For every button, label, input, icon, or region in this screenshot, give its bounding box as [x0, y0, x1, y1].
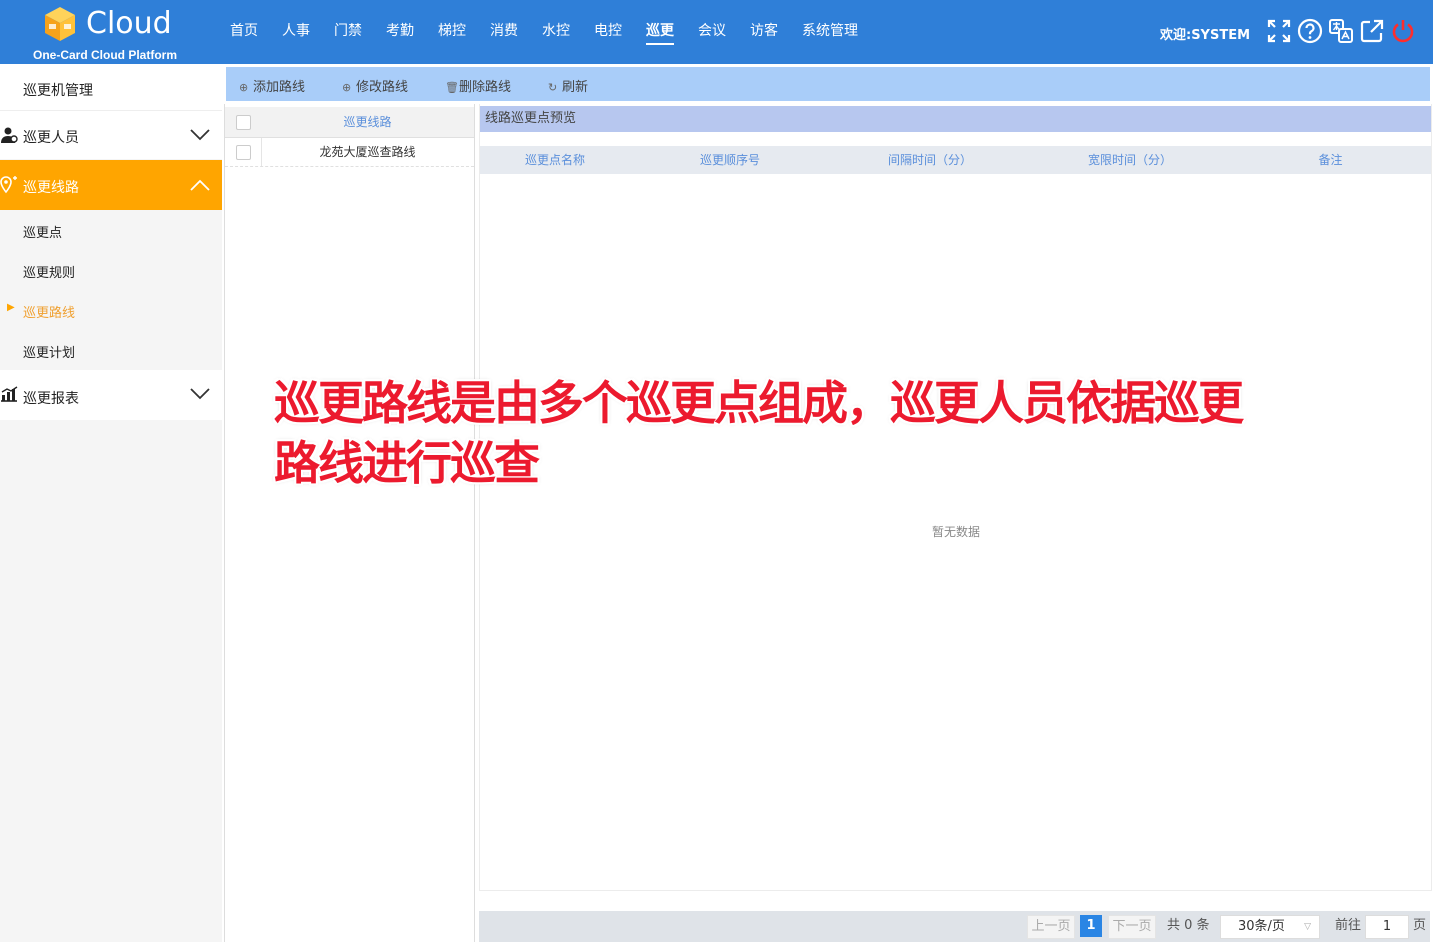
refresh-label: 刷新	[562, 80, 589, 95]
empty-state-text: 暂无数据	[932, 525, 981, 539]
submenu-patrol-route[interactable]: ▶ 巡更路线	[0, 290, 222, 330]
nav-power-control[interactable]: 电控	[586, 0, 630, 64]
delete-route-label: 删除路线	[459, 80, 512, 95]
nav-access-control[interactable]: 门禁	[326, 0, 370, 64]
trash-icon: 🗑	[445, 81, 459, 94]
preview-title-text: 线路巡更点预览	[485, 111, 577, 126]
edit-route-label: 修改路线	[356, 80, 409, 95]
nav-attendance[interactable]: 考勤	[378, 0, 422, 64]
sidebar-item-patrol-report[interactable]: 巡更报表	[0, 370, 222, 420]
sidebar-item-patrol-machine[interactable]: 巡更机管理	[0, 64, 222, 110]
nav-elevator-control[interactable]: 梯控	[430, 0, 474, 64]
pagination: 上一页 1 下一页 共 0 条 30条/页 ▽ 前往 1 页	[479, 911, 1430, 942]
nav-patrol[interactable]: 巡更	[638, 0, 682, 64]
route-column-header: 巡更线路	[343, 115, 392, 129]
nav-personnel[interactable]: 人事	[274, 0, 318, 64]
edit-circle-icon: ⊕	[342, 81, 352, 94]
active-arrow-icon: ▶	[7, 302, 15, 313]
chevron-up-icon	[190, 179, 210, 191]
nav-home[interactable]: 首页	[222, 0, 266, 64]
sidebar-item-label: 巡更报表	[23, 391, 79, 407]
nav-visitor[interactable]: 访客	[742, 0, 786, 64]
sidebar-item-label: 巡更人员	[23, 130, 79, 146]
delete-route-button[interactable]: 🗑删除路线	[445, 76, 511, 95]
row-checkbox[interactable]	[236, 145, 251, 160]
preview-table-header: 巡更点名称 巡更顺序号 间隔时间（分） 宽限时间（分） 备注	[480, 146, 1431, 174]
total-count: 共 0 条	[1167, 918, 1210, 933]
cube-logo-icon	[45, 7, 75, 41]
sidebar-item-patrol-staff[interactable]: 巡更人员	[0, 110, 222, 159]
column-order[interactable]: 巡更顺序号	[630, 146, 830, 174]
page-size-select[interactable]: 30条/页 ▽	[1220, 915, 1320, 939]
annotation-line-1: 巡更路线是由多个巡更点组成，巡更人员依据巡更	[274, 376, 1244, 430]
edit-route-button[interactable]: ⊕ 修改路线	[342, 76, 408, 95]
page-suffix: 页	[1413, 918, 1427, 933]
current-page-button[interactable]: 1	[1080, 915, 1102, 937]
top-bar: Cloud One-Card Cloud Platform 首页 人事 门禁 考…	[0, 0, 1433, 64]
logo-subtitle: One-Card Cloud Platform	[33, 48, 178, 62]
nav-system-management[interactable]: 系统管理	[794, 0, 866, 64]
language-icon[interactable]	[1328, 18, 1354, 44]
select-all-checkbox[interactable]	[236, 115, 251, 130]
table-row[interactable]: 龙苑大厦巡查路线	[225, 138, 474, 167]
column-remark[interactable]: 备注	[1230, 146, 1431, 174]
user-icon	[1, 127, 18, 143]
fullscreen-icon[interactable]	[1266, 18, 1292, 44]
route-list-panel: 巡更线路 龙苑大厦巡查路线	[224, 104, 475, 942]
column-interval[interactable]: 间隔时间（分）	[830, 146, 1030, 174]
route-preview-panel: 线路巡更点预览 巡更点名称 巡更顺序号 间隔时间（分） 宽限时间（分） 备注 暂…	[479, 104, 1432, 891]
bar-chart-icon	[1, 386, 18, 402]
goto-page-input[interactable]: 1	[1365, 915, 1409, 939]
logo: Cloud One-Card Cloud Platform	[30, 4, 190, 62]
location-pin-icon	[0, 176, 17, 194]
route-name-cell: 龙苑大厦巡查路线	[319, 145, 416, 159]
main-nav: 首页 人事 门禁 考勤 梯控 消费 水控 电控 巡更 会议 访客 系统管理	[222, 0, 874, 64]
refresh-button[interactable]: ↻ 刷新	[548, 76, 588, 95]
add-route-button[interactable]: ⊕ 添加路线	[239, 76, 305, 95]
nav-water-control[interactable]: 水控	[534, 0, 578, 64]
submenu-patrol-plan[interactable]: 巡更计划	[0, 330, 222, 370]
tutorial-annotation: 巡更路线是由多个巡更点组成，巡更人员依据巡更 路线进行巡查	[274, 373, 1244, 493]
refresh-icon: ↻	[548, 81, 558, 94]
help-icon[interactable]	[1297, 18, 1323, 44]
add-route-label: 添加路线	[253, 80, 306, 95]
submenu-label: 巡更规则	[23, 266, 76, 281]
route-list-header: 巡更线路	[225, 107, 474, 138]
logo-title: Cloud	[86, 6, 172, 41]
sidebar-item-patrol-route[interactable]: 巡更线路	[0, 160, 222, 210]
sidebar-item-label: 巡更机管理	[23, 83, 93, 99]
sidebar: 巡更机管理 巡更人员 巡更线路 巡更点 巡更规则 ▶ 巡更路线 巡更计划 巡更报…	[0, 64, 222, 942]
submenu-patrol-rules[interactable]: 巡更规则	[0, 250, 222, 290]
sidebar-item-label: 巡更线路	[23, 180, 79, 196]
goto-label: 前往	[1335, 918, 1362, 933]
column-grace[interactable]: 宽限时间（分）	[1030, 146, 1230, 174]
welcome-text: 欢迎:SYSTEM	[1160, 28, 1251, 43]
prev-page-button[interactable]: 上一页	[1027, 915, 1075, 939]
chevron-down-icon: ▽	[1304, 922, 1311, 932]
chevron-down-icon	[190, 129, 210, 141]
submenu-patrol-point[interactable]: 巡更点	[0, 210, 222, 250]
submenu-label: 巡更点	[23, 226, 63, 241]
column-point-name[interactable]: 巡更点名称	[480, 146, 630, 174]
toolbar: ⊕ 添加路线 ⊕ 修改路线 🗑删除路线 ↻ 刷新	[226, 67, 1430, 101]
external-link-icon[interactable]	[1359, 18, 1385, 44]
next-page-button[interactable]: 下一页	[1108, 915, 1156, 939]
page-size-value: 30条/页	[1238, 919, 1285, 934]
submenu-label: 巡更路线	[23, 306, 76, 321]
power-icon[interactable]	[1390, 18, 1416, 44]
plus-circle-icon: ⊕	[239, 81, 249, 94]
chevron-down-icon	[190, 388, 210, 400]
preview-title: 线路巡更点预览	[480, 106, 1431, 132]
submenu-label: 巡更计划	[23, 346, 76, 361]
annotation-line-2: 路线进行巡查	[274, 436, 540, 490]
nav-meeting[interactable]: 会议	[690, 0, 734, 64]
nav-consumption[interactable]: 消费	[482, 0, 526, 64]
